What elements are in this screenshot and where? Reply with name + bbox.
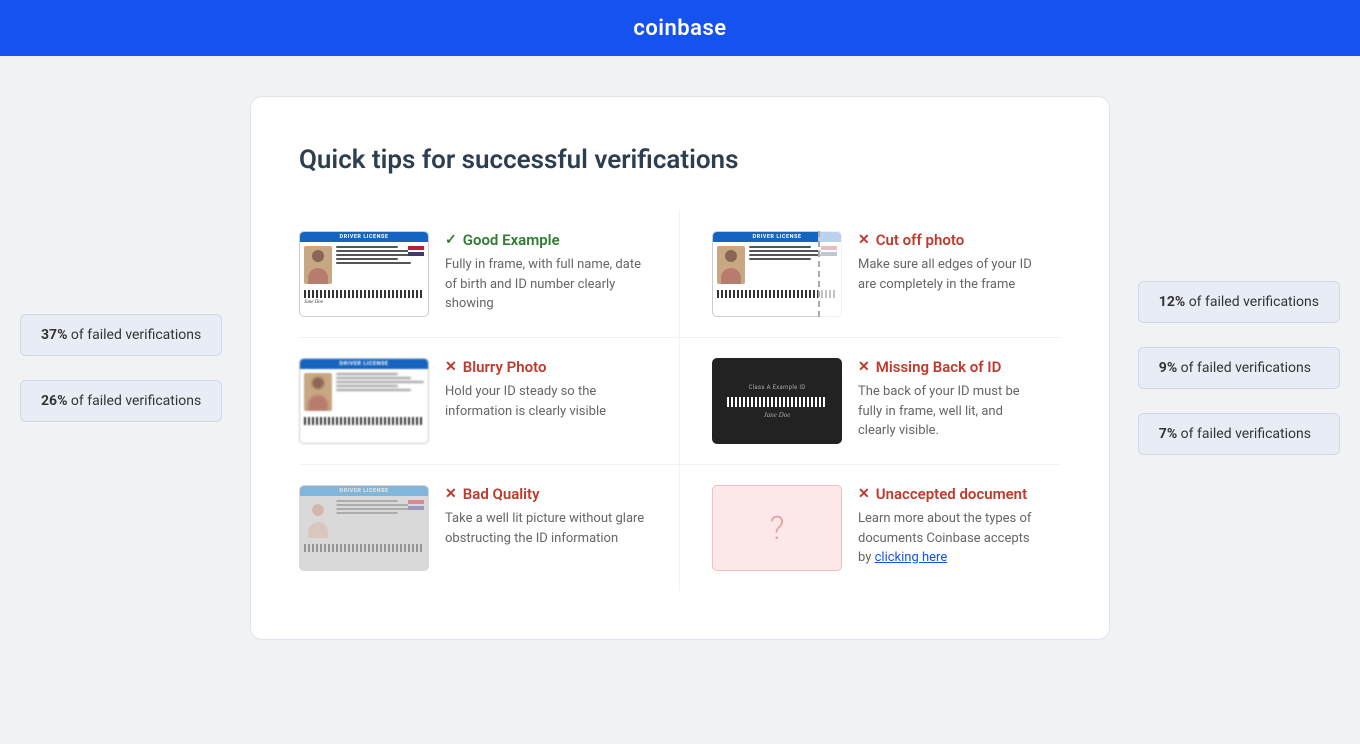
coinbase-logo: coinbase	[633, 16, 726, 41]
right-badge-1-label: of failed verifications	[1189, 294, 1319, 310]
id-barcode-3	[304, 417, 424, 425]
tip-content-cutoff: ✕ Cut off photo Make sure all edges of y…	[858, 231, 1037, 294]
id-line-5	[336, 262, 411, 264]
left-badge-2-label: of failed verifications	[71, 393, 201, 409]
id-card-bad: DRIVER LICENSE	[299, 485, 429, 571]
id-card-body-1	[300, 242, 428, 288]
tip-status-good: ✓ Good Example	[445, 231, 647, 249]
id-flag-1	[408, 246, 424, 256]
tip-unaccepted: ? ✕ Unaccepted document Learn more about…	[680, 465, 1061, 591]
left-badge-2-percent: 26%	[41, 393, 67, 409]
question-mark-icon: ?	[770, 509, 785, 547]
id-photo-1	[304, 246, 332, 284]
x-icon-blurry: ✕	[445, 359, 457, 375]
tip-desc-cutoff: Make sure all edges of your ID are compl…	[858, 255, 1037, 294]
id-info-5	[336, 500, 424, 538]
tip-label-blurry: Blurry Photo	[463, 358, 547, 376]
id-card-cutoff-wrapper: DRIVER LICENSE	[712, 231, 842, 317]
tip-bad-quality: DRIVER LICENSE	[299, 465, 680, 591]
tip-missing-back: Class A Example ID Jane Doe ✕ Missing Ba…	[680, 338, 1061, 465]
id-card-body-5	[300, 496, 428, 542]
card-title: Quick tips for successful verifications	[299, 145, 1061, 175]
tip-good-example: DRIVER LICENSE	[299, 211, 680, 338]
id-line-2	[336, 250, 411, 252]
id-card-unaccepted-wrapper: ?	[712, 485, 842, 571]
right-badge-3-label: of failed verifications	[1181, 426, 1311, 442]
id-card-missing: Class A Example ID Jane Doe	[712, 358, 842, 444]
id-barcode-5	[304, 544, 424, 552]
app-header: coinbase	[0, 0, 1360, 56]
signature-back: Jane Doe	[764, 411, 791, 419]
left-badge-1: 37% of failed verifications	[20, 314, 222, 356]
tip-content-good: ✓ Good Example Fully in frame, with full…	[445, 231, 647, 314]
right-badge-2-percent: 9%	[1159, 360, 1177, 376]
id-signature-1: Jane Doe	[304, 300, 424, 305]
x-icon-missing: ✕	[858, 359, 870, 375]
right-badge-2: 9% of failed verifications	[1138, 347, 1340, 389]
right-badges: 12% of failed verifications 9% of failed…	[1138, 281, 1340, 455]
id-info-3	[336, 373, 424, 411]
id-card-header-5: DRIVER LICENSE	[300, 486, 428, 496]
tip-content-blurry: ✕ Blurry Photo Hold your ID steady so th…	[445, 358, 647, 421]
id-card-header-3: DRIVER LICENSE	[300, 359, 428, 369]
right-badge-2-label: of failed verifications	[1181, 360, 1311, 376]
tip-content-missing: ✕ Missing Back of ID The back of your ID…	[858, 358, 1037, 441]
x-icon-bad: ✕	[445, 486, 457, 502]
tip-desc-missing: The back of your ID must be fully in fra…	[858, 382, 1037, 441]
left-badge-1-percent: 37%	[41, 327, 67, 343]
id-card-bad-wrapper: DRIVER LICENSE	[299, 485, 429, 571]
id-info-1	[336, 246, 424, 284]
id-photo-5	[304, 500, 332, 538]
id-photo-3	[304, 373, 332, 411]
barcode-back	[727, 397, 827, 407]
x-icon-unaccepted: ✕	[858, 486, 870, 502]
id-card-good: DRIVER LICENSE	[299, 231, 429, 317]
tip-desc-blurry: Hold your ID steady so the information i…	[445, 382, 647, 421]
tip-desc-bad: Take a well lit picture without glare ob…	[445, 509, 647, 548]
tip-label-missing: Missing Back of ID	[876, 358, 1002, 376]
right-badge-1: 12% of failed verifications	[1138, 281, 1340, 323]
tips-card: Quick tips for successful verifications …	[250, 96, 1110, 640]
tip-label-unaccepted: Unaccepted document	[876, 485, 1027, 503]
id-barcode-1	[304, 290, 424, 298]
tip-cutoff: DRIVER LICENSE	[680, 211, 1061, 338]
tip-label-cutoff: Cut off photo	[876, 231, 964, 249]
tip-status-blurry: ✕ Blurry Photo	[445, 358, 647, 376]
check-icon: ✓	[445, 232, 457, 248]
id-line-4	[336, 258, 398, 260]
id-photo-2	[717, 246, 745, 284]
id-flag-5	[408, 500, 424, 510]
tip-content-unaccepted: ✕ Unaccepted document Learn more about t…	[858, 485, 1037, 568]
left-badge-2: 26% of failed verifications	[20, 380, 222, 422]
id-card-header-1: DRIVER LICENSE	[300, 232, 428, 242]
x-icon-cutoff: ✕	[858, 232, 870, 248]
tip-status-bad: ✕ Bad Quality	[445, 485, 647, 503]
tip-status-unaccepted: ✕ Unaccepted document	[858, 485, 1037, 503]
tip-desc-unaccepted: Learn more about the types of documents …	[858, 509, 1037, 568]
clicking-here-link[interactable]: clicking here	[875, 550, 948, 565]
main-content: 37% of failed verifications 26% of faile…	[0, 56, 1360, 680]
right-badge-1-percent: 12%	[1159, 294, 1185, 310]
tip-blurry: DRIVER LICENSE	[299, 338, 680, 465]
tip-status-missing: ✕ Missing Back of ID	[858, 358, 1037, 376]
id-card-missing-wrapper: Class A Example ID Jane Doe	[712, 358, 842, 444]
right-badge-3: 7% of failed verifications	[1138, 413, 1340, 455]
id-card-blurry: DRIVER LICENSE	[299, 358, 429, 444]
right-badge-3-percent: 7%	[1159, 426, 1177, 442]
tips-grid: DRIVER LICENSE	[299, 211, 1061, 591]
tip-label-bad: Bad Quality	[463, 485, 540, 503]
id-line-1	[336, 246, 398, 248]
tip-status-cutoff: ✕ Cut off photo	[858, 231, 1037, 249]
id-card-body-3	[300, 369, 428, 415]
id-card-normal: DRIVER LICENSE	[299, 231, 429, 317]
left-badges: 37% of failed verifications 26% of faile…	[20, 314, 222, 422]
id-card-blurry-wrapper: DRIVER LICENSE	[299, 358, 429, 444]
tip-desc-good: Fully in frame, with full name, date of …	[445, 255, 647, 314]
id-card-unaccepted: ?	[712, 485, 842, 571]
tip-label-good: Good Example	[463, 231, 560, 249]
tip-content-bad: ✕ Bad Quality Take a well lit picture wi…	[445, 485, 647, 548]
back-text: Class A Example ID	[748, 384, 805, 391]
cutoff-overlay	[818, 231, 842, 317]
left-badge-1-label: of failed verifications	[71, 327, 201, 343]
